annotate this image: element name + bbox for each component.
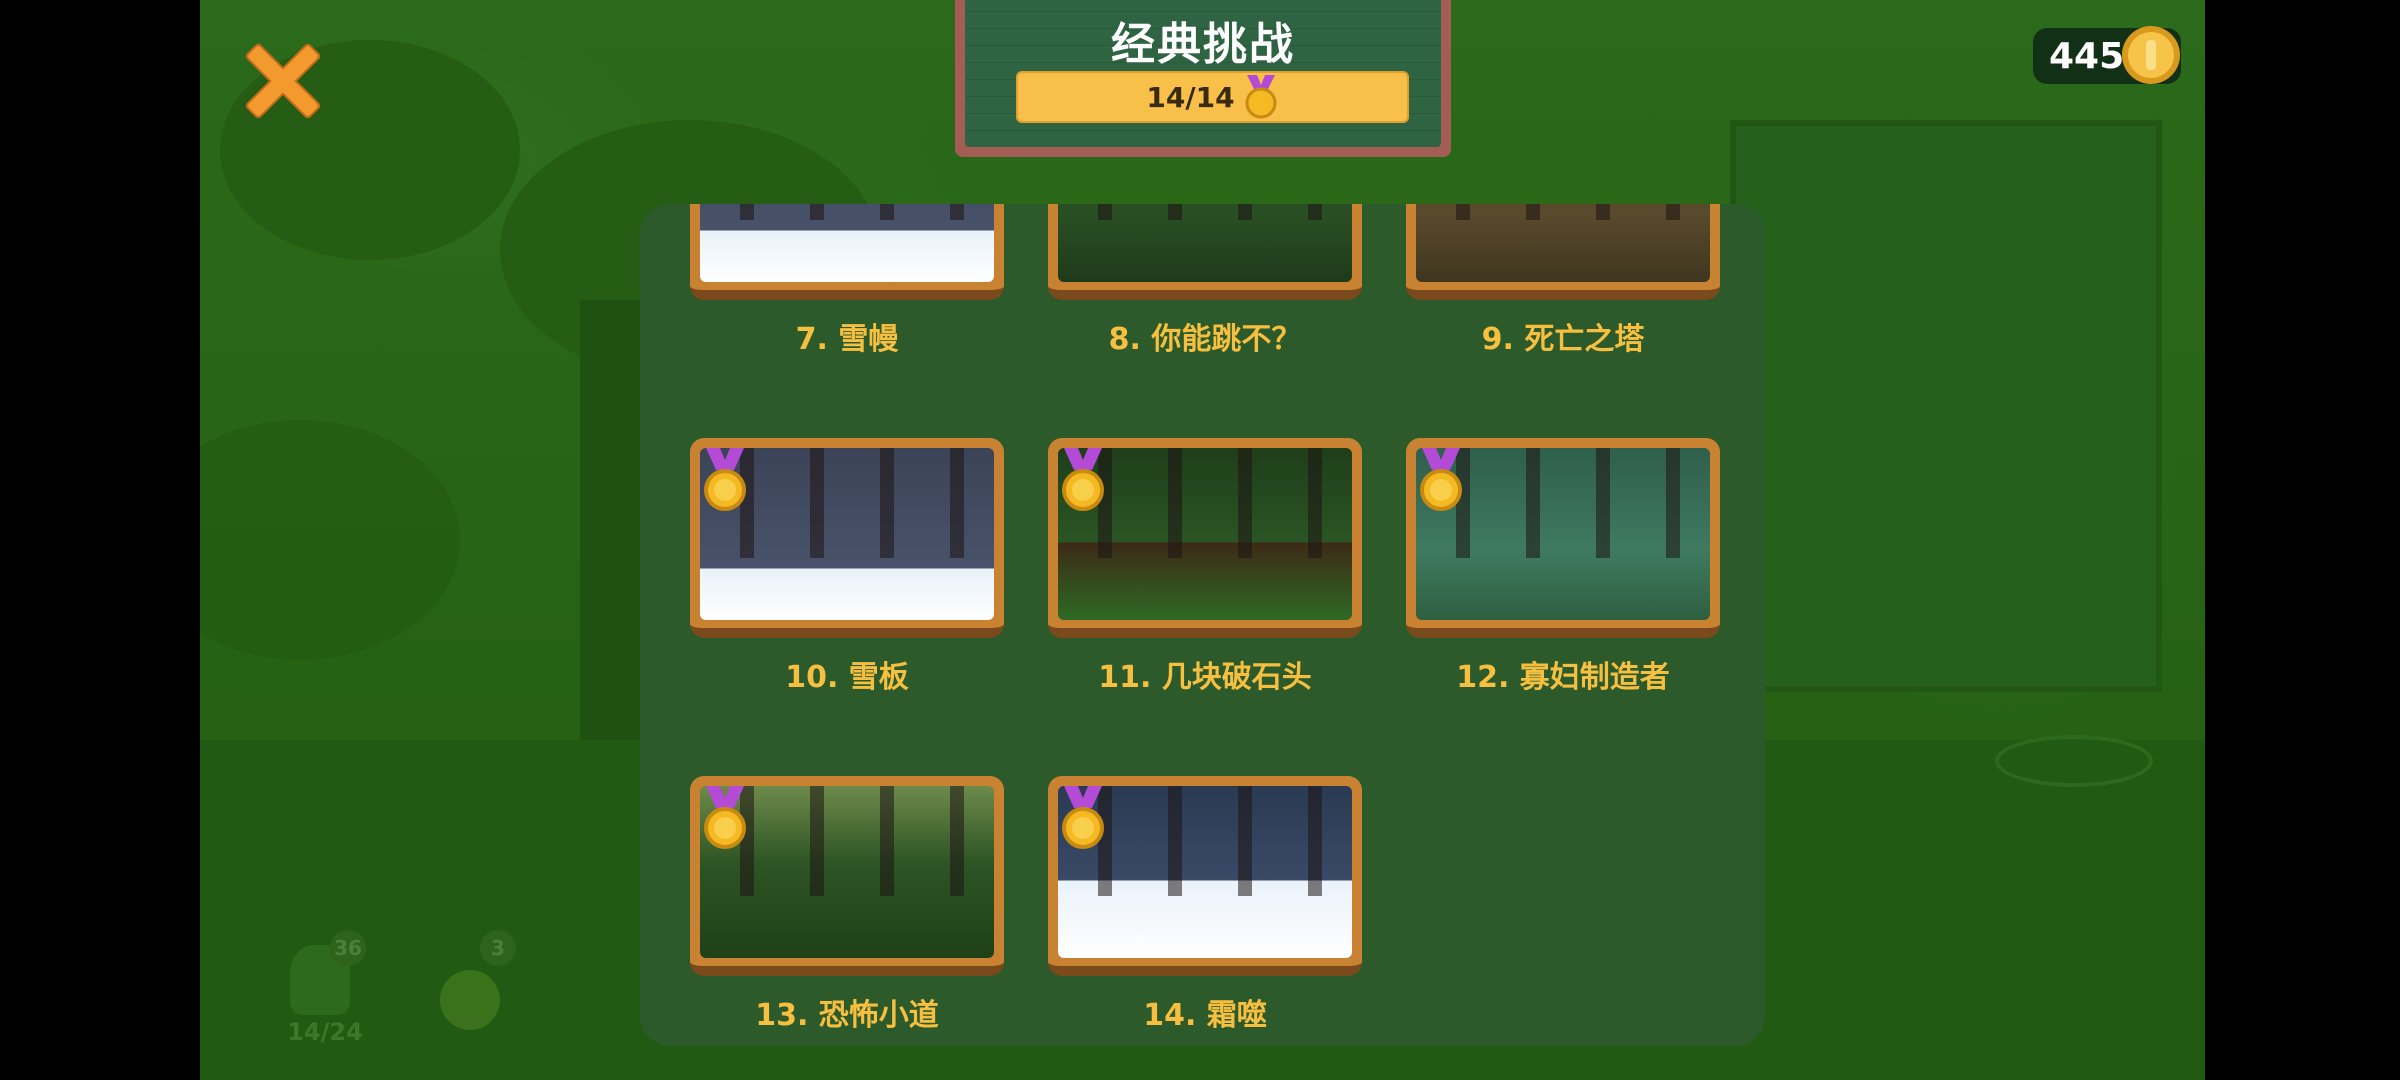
gold-medal-icon <box>1062 448 1104 511</box>
thumbnail-tree <box>1308 204 1322 220</box>
level-card[interactable] <box>690 776 1004 976</box>
thumbnail-tree <box>1098 204 1112 220</box>
thumbnail-tree <box>1238 204 1252 220</box>
background-medal-badge: 3 <box>430 930 520 1030</box>
background-target-icon <box>1995 735 2153 787</box>
level-card[interactable] <box>690 438 1004 638</box>
coin-count: 445 <box>2049 36 2125 77</box>
level-card[interactable] <box>690 204 1004 300</box>
thumbnail-tree <box>880 448 894 558</box>
level-label: 14. 霜噬 <box>1143 998 1267 1033</box>
thumbnail-tree <box>1666 448 1680 558</box>
close-button[interactable] <box>240 38 326 124</box>
background-barn <box>1730 120 2162 692</box>
thumbnail-tree <box>1308 448 1322 558</box>
level-card[interactable] <box>1406 204 1720 300</box>
thumbnail-tree <box>810 786 824 896</box>
background-character-badge: 36 14/24 <box>280 930 370 1046</box>
thumbnail-tree <box>1666 204 1680 220</box>
thumbnail-tree <box>1238 448 1252 558</box>
progress-content: 14/14 <box>1018 73 1407 121</box>
thumbnail-tree <box>1526 204 1540 220</box>
thumbnail-tree <box>880 204 894 220</box>
thumbnail-tree <box>1526 448 1540 558</box>
gold-medal-icon <box>704 448 746 511</box>
thumbnail-tree <box>880 786 894 896</box>
thumbnail-tree <box>1168 786 1182 896</box>
level-card[interactable] <box>1406 438 1720 638</box>
level-frame <box>1406 204 1720 300</box>
thumbnail-tree <box>1168 448 1182 558</box>
thumbnail-tree <box>1308 786 1322 896</box>
background-tree <box>200 420 460 660</box>
level-card[interactable] <box>1048 438 1362 638</box>
thumbnail-tree <box>950 786 964 896</box>
thumbnail-tree <box>950 448 964 558</box>
thumbnail-tree <box>1596 448 1610 558</box>
level-label: 10. 雪板 <box>785 660 909 695</box>
gold-medal-icon <box>704 786 746 849</box>
level-thumbnail <box>1416 204 1710 282</box>
header-board-inner: 经典挑战 14/14 <box>965 0 1441 147</box>
level-thumbnail <box>700 204 994 282</box>
level-card[interactable] <box>1048 776 1362 976</box>
gold-coin-icon <box>2122 26 2180 84</box>
level-label: 13. 恐怖小道 <box>755 998 939 1033</box>
thumbnail-tree <box>950 204 964 220</box>
thumbnail-tree <box>740 204 754 220</box>
game-screen: 36 14/24 3 经典挑战 14/14 445 7. 雪幔 8. 你能跳不？… <box>200 0 2205 1080</box>
level-label: 12. 寡妇制造者 <box>1456 660 1670 695</box>
close-x-icon <box>245 43 321 119</box>
badge-progress: 14/24 <box>287 1018 363 1046</box>
thumbnail-tree <box>1238 786 1252 896</box>
thumbnail-tree <box>1168 204 1182 220</box>
thumbnail-tree <box>810 204 824 220</box>
level-frame <box>690 204 1004 300</box>
level-card[interactable] <box>1048 204 1362 300</box>
progress-text: 14/14 <box>1146 80 1235 114</box>
progress-bar: 14/14 <box>1016 71 1409 123</box>
page-title: 经典挑战 <box>1111 19 1295 70</box>
thumbnail-tree <box>810 448 824 558</box>
level-label: 7. 雪幔 <box>795 322 899 357</box>
badge-count: 36 <box>330 930 366 966</box>
header-board: 经典挑战 14/14 <box>955 0 1451 157</box>
gold-medal-icon <box>1245 75 1277 119</box>
thumbnail-tree <box>1596 204 1610 220</box>
gold-medal-icon <box>1420 448 1462 511</box>
level-label: 8. 你能跳不？ <box>1108 322 1302 357</box>
level-label: 9. 死亡之塔 <box>1481 322 1645 357</box>
thumbnail-tree <box>1456 204 1470 220</box>
levels-panel[interactable]: 7. 雪幔 8. 你能跳不？ 9. 死亡之塔 10. 雪板 11. 几块破石头 12. 寡… <box>640 204 1765 1046</box>
level-label: 11. 几块破石头 <box>1098 660 1312 695</box>
badge-count: 3 <box>480 930 516 966</box>
level-thumbnail <box>1058 204 1352 282</box>
gold-medal-icon <box>1062 786 1104 849</box>
level-frame <box>1048 204 1362 300</box>
